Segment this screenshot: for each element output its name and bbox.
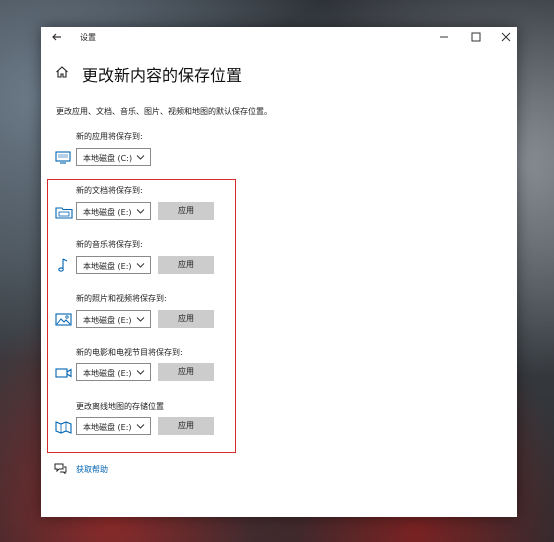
- title-bar: 设置: [41, 27, 517, 47]
- chevron-down-icon: [136, 424, 145, 429]
- settings-window: 设置 更改新内容的保存位置 更改应用、文档、音乐、图片、视频和地图的默认保存位置…: [41, 27, 517, 517]
- maps-save-label: 更改离线地图的存储位置: [76, 402, 164, 411]
- monitor-icon: [55, 151, 71, 164]
- page-title: 更改新内容的保存位置: [82, 66, 243, 85]
- window-title: 设置: [80, 33, 96, 42]
- apps-save-label: 新的应用将保存到:: [76, 132, 143, 141]
- music-drive-select[interactable]: 本地磁盘 (E:): [76, 256, 151, 274]
- music-save-label: 新的音乐将保存到:: [76, 240, 143, 249]
- chevron-down-icon: [136, 317, 145, 322]
- documents-drive-value: 本地磁盘 (E:): [83, 208, 132, 217]
- chevron-down-icon: [136, 370, 145, 375]
- chevron-down-icon: [136, 209, 145, 214]
- maps-drive-select[interactable]: 本地磁盘 (E:): [76, 417, 151, 435]
- chevron-down-icon: [136, 155, 145, 160]
- documents-drive-select[interactable]: 本地磁盘 (E:): [76, 202, 151, 220]
- maps-drive-value: 本地磁盘 (E:): [83, 423, 132, 432]
- photos-drive-value: 本地磁盘 (E:): [83, 316, 132, 325]
- document-drive-icon: [55, 207, 73, 219]
- documents-apply-button[interactable]: 应用: [158, 202, 214, 220]
- video-icon: [55, 368, 72, 378]
- home-icon: [56, 66, 68, 78]
- music-drive-value: 本地磁盘 (E:): [83, 262, 132, 271]
- apps-drive-select[interactable]: 本地磁盘 (C:): [76, 148, 151, 166]
- back-arrow-icon[interactable]: [49, 29, 65, 45]
- movies-save-label: 新的电影和电视节目将保存到:: [76, 348, 183, 357]
- chevron-down-icon: [136, 263, 145, 268]
- get-help-link[interactable]: 获取帮助: [76, 464, 108, 475]
- photos-save-label: 新的照片和视频将保存到:: [76, 294, 167, 303]
- music-apply-button[interactable]: 应用: [158, 256, 214, 274]
- documents-save-label: 新的文档将保存到:: [76, 186, 143, 195]
- apps-drive-value: 本地磁盘 (C:): [83, 154, 133, 163]
- chat-help-icon: [54, 463, 67, 474]
- maximize-icon[interactable]: [469, 30, 483, 44]
- page-description: 更改应用、文档、音乐、图片、视频和地图的默认保存位置。: [56, 107, 272, 116]
- close-icon[interactable]: [499, 30, 513, 44]
- movies-apply-button[interactable]: 应用: [158, 363, 214, 381]
- maps-apply-button[interactable]: 应用: [158, 417, 214, 435]
- music-note-icon: [58, 258, 68, 272]
- photos-apply-button[interactable]: 应用: [158, 310, 214, 328]
- map-icon: [55, 421, 72, 434]
- minimize-icon[interactable]: [437, 30, 451, 44]
- movies-drive-value: 本地磁盘 (E:): [83, 369, 132, 378]
- photos-drive-select[interactable]: 本地磁盘 (E:): [76, 310, 151, 328]
- photo-icon: [55, 313, 72, 326]
- movies-drive-select[interactable]: 本地磁盘 (E:): [76, 363, 151, 381]
